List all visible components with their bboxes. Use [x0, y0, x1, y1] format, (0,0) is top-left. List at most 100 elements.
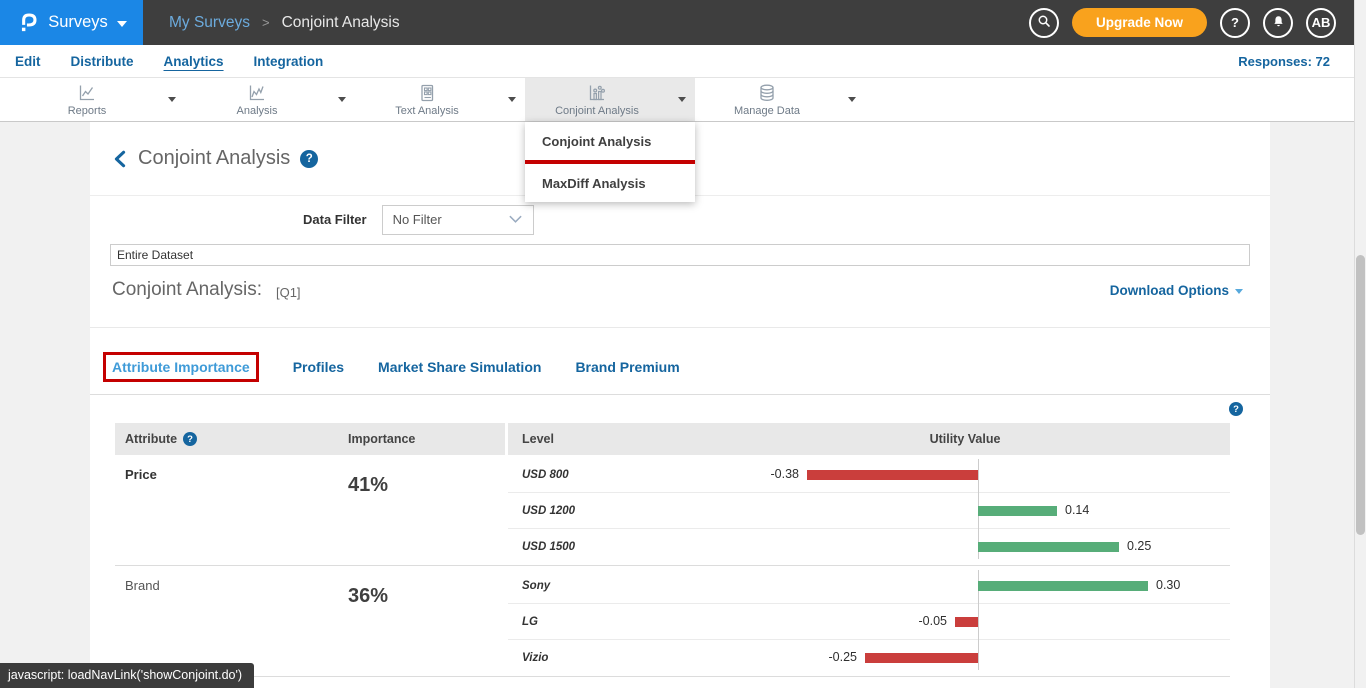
analytics-toolbar: Reports Analysis Text Analysis Conjoint …: [0, 78, 1366, 122]
dataset-input[interactable]: [110, 244, 1250, 266]
utility-bar-chart: -0.25: [700, 640, 1230, 676]
chevron-down-icon: [508, 212, 523, 227]
manage-data-dropdown-caret[interactable]: [839, 97, 865, 102]
line-chart-icon: [77, 83, 97, 103]
col-importance: Importance: [330, 423, 508, 455]
avatar[interactable]: AB: [1306, 8, 1336, 38]
scrollbar[interactable]: [1354, 0, 1366, 688]
trend-chart-icon: [247, 83, 267, 103]
toolbar-item-analysis[interactable]: Analysis: [185, 78, 355, 121]
analysis-dropdown-caret[interactable]: [329, 97, 355, 102]
avatar-initials: AB: [1312, 15, 1331, 30]
surveys-product-menu[interactable]: Surveys: [0, 0, 143, 45]
nav-item-integration[interactable]: Integration: [254, 54, 324, 69]
utility-value: -0.05: [919, 614, 948, 628]
nav-item-distribute[interactable]: Distribute: [71, 54, 134, 69]
table-help-icon[interactable]: ?: [1229, 402, 1243, 416]
breadcrumb-separator: >: [262, 15, 270, 30]
nav-item-edit[interactable]: Edit: [15, 54, 41, 69]
search-icon: [1036, 13, 1052, 32]
attribute-help-icon[interactable]: ?: [183, 432, 197, 446]
menu-item-conjoint-analysis[interactable]: Conjoint Analysis: [525, 122, 695, 160]
menu-item-maxdiff-analysis[interactable]: MaxDiff Analysis: [525, 164, 695, 202]
utility-bar-chart: 0.30: [700, 568, 1230, 603]
report-tabs: Attribute Importance Profiles Market Sha…: [90, 328, 1270, 395]
col-attribute: Attribute: [125, 432, 177, 446]
conjoint-section-header: Conjoint Analysis: [Q1] Download Options: [90, 279, 1270, 301]
data-filter-row: Data Filter No Filter: [90, 196, 1270, 243]
download-options-label: Download Options: [1110, 283, 1229, 298]
utility-value: 0.25: [1127, 539, 1151, 553]
text-analysis-dropdown-caret[interactable]: [499, 97, 525, 102]
utility-bar-chart: -0.05: [700, 604, 1230, 639]
tab-attribute-importance[interactable]: Attribute Importance: [103, 352, 259, 382]
question-reference: [Q1]: [276, 285, 301, 300]
responses-count: Responses: 72: [1238, 54, 1330, 69]
toolbar-label: Manage Data: [734, 105, 800, 117]
main-content: Conjoint Analysis ? Data Filter No Filte…: [90, 122, 1270, 688]
level-label: LG: [508, 616, 700, 628]
attribute-table-body: Price41%USD 800-0.38USD 12000.14USD 1500…: [115, 455, 1230, 677]
attribute-group: Brand36%Sony0.30 LG -0.05 Vizio-0.25: [115, 566, 1230, 677]
toolbar-label: Analysis: [237, 105, 278, 117]
search-button[interactable]: [1029, 8, 1059, 38]
chevron-down-icon: [848, 97, 856, 102]
chevron-down-icon: [117, 21, 127, 27]
level-list: Sony0.30 LG -0.05 Vizio-0.25: [508, 566, 1230, 676]
status-link-tooltip: javascript: loadNavLink('showConjoint.do…: [0, 663, 254, 688]
question-mark-icon: ?: [1231, 15, 1239, 30]
attribute-group: Price41%USD 800-0.38USD 12000.14USD 1500…: [115, 455, 1230, 566]
survey-nav: Edit Distribute Analytics Integration Re…: [0, 45, 1366, 78]
level-label: USD 1500: [508, 541, 700, 553]
breadcrumb-my-surveys[interactable]: My Surveys: [169, 14, 250, 32]
table-header: Attribute ? Importance Level Utility Val…: [115, 423, 1230, 455]
tab-profiles[interactable]: Profiles: [293, 359, 344, 375]
bell-icon: [1271, 14, 1286, 32]
conjoint-dropdown-caret[interactable]: [669, 97, 695, 102]
upgrade-now-button[interactable]: Upgrade Now: [1072, 8, 1207, 37]
utility-bar: [865, 653, 978, 663]
notifications-button[interactable]: [1263, 8, 1293, 38]
tab-brand-premium[interactable]: Brand Premium: [575, 359, 679, 375]
chevron-down-icon: [1235, 289, 1243, 294]
back-button[interactable]: [112, 150, 128, 168]
attribute-name: Brand: [115, 566, 330, 676]
utility-value: 0.14: [1065, 503, 1089, 517]
table-help-row: ?: [90, 395, 1270, 423]
utility-bar: [978, 581, 1148, 591]
attribute-importance: 41%: [330, 455, 508, 565]
utility-bar: [955, 617, 978, 627]
toolbar-item-manage-data[interactable]: Manage Data: [695, 78, 865, 121]
level-list: USD 800 -0.38 USD 1200 0.14 USD 1500 0.25: [508, 455, 1230, 565]
page-title: Conjoint Analysis: [138, 147, 290, 170]
tab-market-share-simulation[interactable]: Market Share Simulation: [378, 359, 541, 375]
toolbar-item-text-analysis[interactable]: Text Analysis: [355, 78, 525, 121]
help-button[interactable]: ?: [1220, 8, 1250, 38]
topbar-actions: Upgrade Now ? AB: [1029, 0, 1366, 45]
download-options-link[interactable]: Download Options: [1110, 283, 1243, 298]
level-row: Sony0.30: [508, 568, 1230, 604]
dot-bar-chart-icon: [587, 83, 607, 103]
level-row: USD 800 -0.38: [508, 457, 1230, 493]
utility-value: -0.38: [771, 467, 800, 481]
level-label: USD 1200: [508, 505, 700, 517]
col-level: Level: [508, 432, 700, 446]
level-label: Vizio: [508, 652, 700, 664]
utility-bar: [807, 470, 978, 480]
chevron-down-icon: [678, 97, 686, 102]
utility-bar: [978, 542, 1119, 552]
data-filter-select[interactable]: No Filter: [382, 205, 534, 235]
toolbar-item-reports[interactable]: Reports: [15, 78, 185, 121]
level-label: USD 800: [508, 469, 700, 481]
reports-dropdown-caret[interactable]: [159, 97, 185, 102]
attribute-importance: 36%: [330, 566, 508, 676]
utility-bar-chart: 0.14: [700, 493, 1230, 528]
text-report-icon: [417, 83, 437, 103]
scrollbar-thumb[interactable]: [1356, 255, 1365, 535]
chevron-down-icon: [338, 97, 346, 102]
toolbar-item-conjoint-analysis[interactable]: Conjoint Analysis: [525, 78, 695, 121]
data-filter-label: Data Filter: [303, 212, 367, 227]
page-help-icon[interactable]: ?: [300, 150, 318, 168]
level-row: Vizio-0.25: [508, 640, 1230, 676]
nav-item-analytics[interactable]: Analytics: [164, 54, 224, 69]
